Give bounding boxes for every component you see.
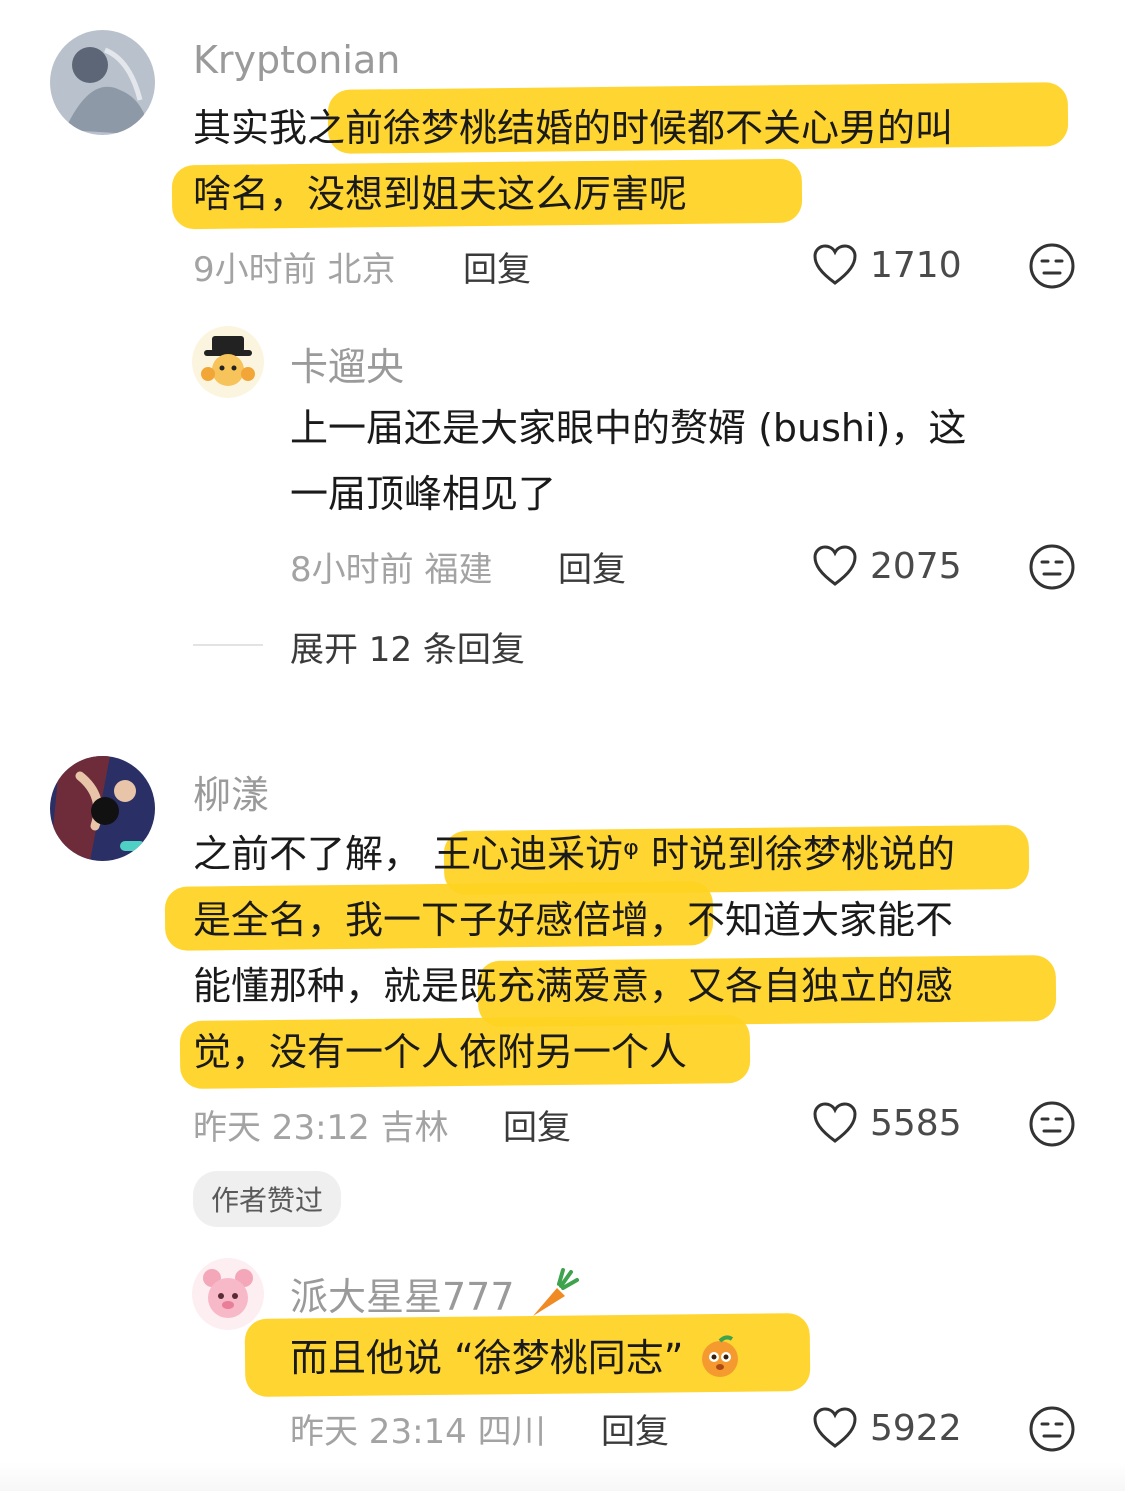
comment-text-line: 觉，没有一个人依附另一个人 — [193, 1030, 688, 1074]
comment-time-location: 昨天 23:12 吉林 — [193, 1108, 449, 1148]
heart-icon — [813, 545, 857, 586]
dislike-button[interactable] — [1028, 242, 1076, 294]
dislike-button[interactable] — [1028, 1405, 1076, 1457]
comment-text-line: 啥名，没想到姐夫这么厉害呢 — [193, 172, 688, 216]
comment-text-line: 一届顶峰相见了 — [290, 472, 557, 516]
comment-time-location: 8小时前 福建 — [290, 550, 493, 590]
like-button[interactable]: 5585 — [812, 1102, 962, 1144]
avatar[interactable] — [192, 1258, 264, 1330]
avatar-image — [50, 756, 155, 861]
comment-text-line: 之前不了解， 王心迪采访ᵠ 时说到徐梦桃说的 — [193, 832, 955, 876]
heart-icon — [813, 1102, 857, 1143]
like-button[interactable]: 5922 — [812, 1407, 962, 1449]
dislike-button[interactable] — [1028, 1100, 1076, 1152]
reply-button[interactable]: 回复 — [558, 542, 626, 591]
comment-text-line: 其实我之前徐梦桃结婚的时候都不关心男的叫 — [193, 106, 954, 150]
meh-face-icon — [1029, 1101, 1075, 1147]
comment-text-line: 能懂那种，就是既充满爱意，又各自独立的感 — [193, 964, 954, 1008]
reply-button[interactable]: 回复 — [463, 242, 531, 291]
reply-button[interactable]: 回复 — [601, 1404, 669, 1453]
heart-icon — [813, 244, 857, 285]
avatar-image — [192, 1258, 264, 1330]
like-count: 5922 — [870, 1407, 962, 1449]
like-button[interactable]: 2075 — [812, 545, 962, 587]
avatar-image — [192, 326, 264, 398]
like-count: 5585 — [870, 1102, 962, 1144]
comment-username[interactable]: Kryptonian — [193, 38, 400, 82]
comment-text-line[interactable]: 而且他说 “徐梦桃同志” — [290, 1326, 744, 1390]
heart-icon — [813, 1407, 857, 1448]
carrot-icon — [532, 1268, 579, 1316]
reply-username[interactable]: 卡遛央 — [290, 336, 404, 391]
bottom-fade — [0, 1462, 1125, 1491]
peach-emoji-icon — [701, 1335, 738, 1377]
comment-time-location: 昨天 23:14 四川 — [290, 1412, 546, 1452]
comment-time-location: 9小时前 北京 — [193, 250, 396, 290]
meh-face-icon — [1029, 1406, 1075, 1452]
like-button[interactable]: 1710 — [812, 244, 962, 286]
expand-replies-button[interactable]: 展开 12 条回复 — [290, 622, 525, 671]
like-count: 1710 — [870, 244, 962, 286]
avatar[interactable] — [50, 30, 155, 135]
dislike-button[interactable] — [1028, 543, 1076, 595]
comment-text-line: 上一届还是大家眼中的赘婿 (bushi)，这 — [290, 406, 967, 450]
divider-line — [193, 644, 263, 646]
comment-username[interactable]: 柳漾 — [193, 764, 269, 819]
reply-username[interactable]: 派大星星777 — [290, 1266, 579, 1321]
reply-button[interactable]: 回复 — [503, 1100, 571, 1149]
avatar-image — [50, 30, 155, 135]
meh-face-icon — [1029, 544, 1075, 590]
reply-username-text: 派大星星777 — [290, 1275, 515, 1319]
like-count: 2075 — [870, 545, 962, 587]
comment-text: 而且他说 “徐梦桃同志” — [290, 1336, 684, 1380]
author-liked-badge: 作者赞过 — [193, 1171, 342, 1227]
comment-text-line: 是全名，我一下子好感倍增，不知道大家能不 — [193, 898, 954, 942]
avatar[interactable] — [50, 756, 155, 861]
avatar[interactable] — [192, 326, 264, 398]
meh-face-icon — [1029, 243, 1075, 289]
